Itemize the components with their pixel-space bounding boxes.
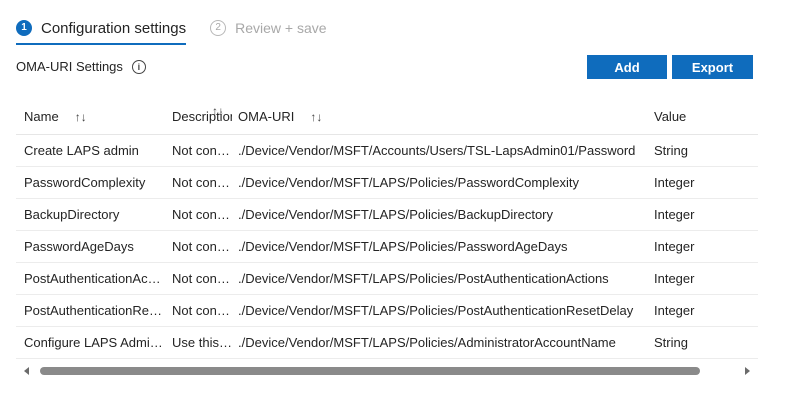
- table-row[interactable]: BackupDirectory Not configured ./Device/…: [16, 199, 758, 231]
- sort-icon[interactable]: ↑↓: [310, 110, 322, 124]
- cell-description: Not configured: [172, 271, 232, 286]
- cell-oma-uri: ./Device/Vendor/MSFT/LAPS/Policies/PostA…: [238, 303, 634, 318]
- cell-description: Not configured: [172, 143, 232, 158]
- step-review-save[interactable]: 2 Review + save: [210, 14, 327, 42]
- section-title: OMA-URI Settings: [16, 59, 123, 74]
- column-header-name[interactable]: Name ↑↓: [24, 100, 174, 134]
- table-header: Name ↑↓ Description ↑↓ OMA-URI ↑↓ Value: [16, 100, 758, 135]
- cell-oma-uri: ./Device/Vendor/MSFT/LAPS/Policies/Passw…: [238, 239, 568, 254]
- cell-value: Integer: [654, 239, 695, 254]
- cell-description: Use this setting: [172, 335, 232, 350]
- step-number-1: 1: [16, 20, 32, 36]
- cell-value: Integer: [654, 207, 695, 222]
- section-header: OMA-URI Settings i: [16, 59, 146, 74]
- table-row[interactable]: PostAuthenticationActions Not configured…: [16, 263, 758, 295]
- cell-value: Integer: [654, 303, 695, 318]
- cell-value: String: [654, 335, 688, 350]
- sort-icon[interactable]: ↑↓: [75, 110, 87, 124]
- cell-oma-uri: ./Device/Vendor/MSFT/LAPS/Policies/PostA…: [238, 271, 609, 286]
- step-label: Review + save: [235, 20, 327, 36]
- column-header-oma-uri[interactable]: OMA-URI ↑↓: [238, 100, 438, 134]
- cell-name: PostAuthenticationResetDelay: [24, 303, 164, 318]
- cell-name: PasswordAgeDays: [24, 239, 134, 254]
- cell-description: Not configured: [172, 175, 232, 190]
- table-row[interactable]: PasswordComplexity Not configured ./Devi…: [16, 167, 758, 199]
- scroll-left-icon[interactable]: [24, 367, 29, 375]
- oma-uri-table: Name ↑↓ Description ↑↓ OMA-URI ↑↓ Value Cr…: [16, 100, 758, 359]
- step-label: Configuration settings: [41, 19, 187, 37]
- cell-name: PostAuthenticationActions: [24, 271, 164, 286]
- step-number-2: 2: [210, 20, 227, 36]
- cell-description: Not configured: [172, 207, 232, 222]
- export-button[interactable]: Export: [672, 55, 753, 79]
- table-row[interactable]: Create LAPS admin Not configured ./Devic…: [16, 135, 758, 167]
- sort-icon[interactable]: ↑↓: [212, 94, 234, 128]
- cell-oma-uri: ./Device/Vendor/MSFT/LAPS/Policies/Admin…: [238, 335, 616, 350]
- table-row[interactable]: PostAuthenticationResetDelay Not configu…: [16, 295, 758, 327]
- scrollbar-thumb[interactable]: [40, 367, 700, 375]
- column-header-value[interactable]: Value: [654, 100, 754, 134]
- cell-description: Not configured: [172, 303, 232, 318]
- table-row[interactable]: PasswordAgeDays Not configured ./Device/…: [16, 231, 758, 263]
- cell-oma-uri: ./Device/Vendor/MSFT/Accounts/Users/TSL-…: [238, 143, 636, 158]
- info-icon[interactable]: i: [131, 59, 146, 74]
- table-row[interactable]: Configure LAPS Administrator Use this se…: [16, 327, 758, 359]
- cell-value: String: [654, 143, 688, 158]
- step-configuration-settings[interactable]: 1 Configuration settings: [16, 14, 187, 45]
- cell-name: PasswordComplexity: [24, 175, 146, 190]
- cell-oma-uri: ./Device/Vendor/MSFT/LAPS/Policies/Backu…: [238, 207, 554, 222]
- scroll-right-icon[interactable]: [745, 367, 750, 375]
- cell-description: Not configured: [172, 239, 232, 254]
- cell-name: Configure LAPS Administrator: [24, 335, 164, 350]
- cell-value: Integer: [654, 271, 695, 286]
- cell-name: BackupDirectory: [24, 207, 120, 222]
- cell-value: Integer: [654, 175, 695, 190]
- cell-name: Create LAPS admin: [24, 143, 139, 158]
- add-button[interactable]: Add: [587, 55, 667, 79]
- cell-oma-uri: ./Device/Vendor/MSFT/LAPS/Policies/Passw…: [238, 175, 580, 190]
- horizontal-scrollbar[interactable]: [20, 364, 754, 378]
- wizard-steps: 1 Configuration settings 2 Review + save: [16, 14, 351, 45]
